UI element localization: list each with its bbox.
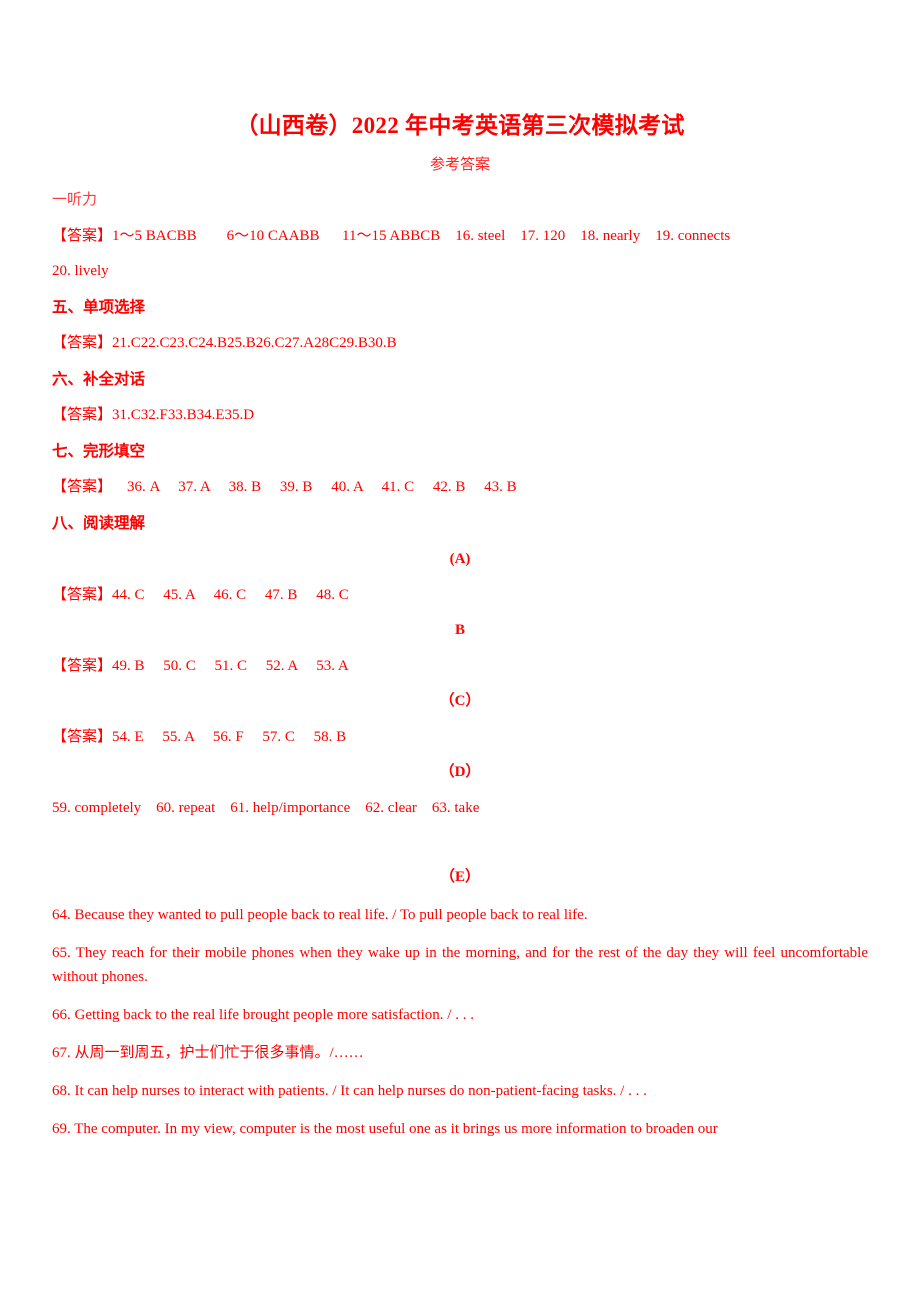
passage-a-answers: 【答案】44. C 45. A 46. C 47. B 48. C: [52, 586, 349, 603]
listening-answers-line-2: 20. lively: [52, 263, 109, 280]
passage-c-answers: 【答案】54. E 55. A 56. F 57. C 58. B: [52, 728, 347, 745]
passage-e-answer-66: 66. Getting back to the real life brough…: [52, 1006, 474, 1023]
passage-label-d: （D）: [439, 764, 481, 781]
passage-b-answers: 【答案】49. B 50. C 51. C 52. A 53. A: [52, 657, 349, 674]
passage-e-answer-67: 67. 从周一到周五，护士们忙于很多事情。/……: [52, 1044, 364, 1061]
listening-answers-line-1: 【答案】1～5 BACBB 6～10 CAABB 11～15 ABBCB 16.…: [52, 227, 731, 244]
page-subtitle: 参考答案: [429, 157, 490, 174]
section-heading-multiple-choice: 五、单项选择: [52, 298, 146, 316]
passage-label-c: （C）: [439, 693, 481, 710]
passage-label-e: （E）: [439, 869, 480, 886]
cloze-answers: 【答案】 36. A 37. A 38. B 39. B 40. A 41. C…: [52, 479, 517, 496]
passage-d-answers: 59. completely 60. repeat 61. help/impor…: [52, 799, 480, 816]
passage-label-b: B: [454, 622, 465, 639]
page-title: （山西卷）2022 年中考英语第三次模拟考试: [235, 113, 685, 138]
passage-e-answer-69: 69. The computer. In my view, computer i…: [52, 1120, 718, 1137]
passage-e-answer-65: 65. They reach for their mobile phones w…: [52, 944, 868, 985]
passage-e-answer-64: 64. Because they wanted to pull people b…: [52, 906, 588, 923]
answer-key-page: （山西卷）2022 年中考英语第三次模拟考试 参考答案 一听力 【答案】1～5 …: [0, 0, 920, 1302]
passage-e-answer-68: 68. It can help nurses to interact with …: [52, 1082, 647, 1099]
section-heading-complete-dialogue: 六、补全对话: [52, 370, 146, 388]
multiple-choice-answers: 【答案】21.C22.C23.C24.B25.B26.C27.A28C29.B3…: [52, 335, 397, 352]
section-heading-cloze: 七、完形填空: [52, 442, 146, 460]
complete-dialogue-answers: 【答案】31.C32.F33.B34.E35.D: [52, 407, 255, 424]
passage-label-a: (A): [449, 551, 471, 568]
section-heading-listening: 一听力: [52, 192, 98, 209]
section-heading-reading: 八、阅读理解: [52, 514, 146, 532]
